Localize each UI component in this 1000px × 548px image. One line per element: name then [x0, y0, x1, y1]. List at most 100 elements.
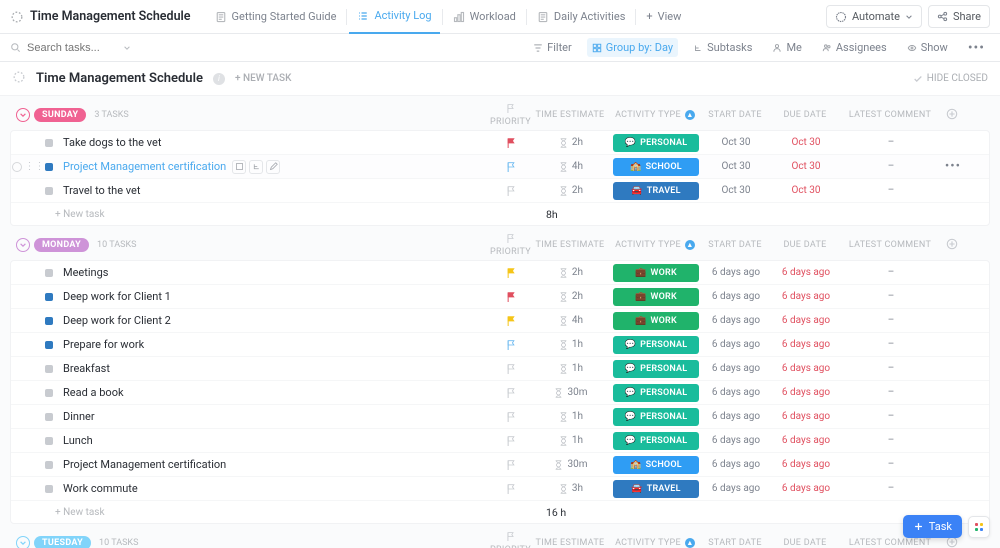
- start-date-cell[interactable]: 6 days ago: [701, 405, 771, 428]
- activity-type-cell[interactable]: 🚘TRAVEL: [611, 477, 701, 500]
- comment-cell[interactable]: –: [841, 333, 941, 356]
- plus-circle-icon[interactable]: [946, 238, 958, 250]
- plus-circle-icon[interactable]: [946, 108, 958, 120]
- priority-flag-icon[interactable]: [506, 339, 516, 351]
- priority-flag-icon[interactable]: [506, 411, 516, 423]
- status-square[interactable]: [45, 437, 53, 445]
- due-date-cell[interactable]: 6 days ago: [771, 285, 841, 308]
- priority-cell[interactable]: [491, 333, 531, 356]
- comment-cell[interactable]: –: [841, 477, 941, 500]
- status-square[interactable]: [45, 389, 53, 397]
- filter-option[interactable]: Filter: [528, 38, 577, 57]
- day-label[interactable]: MONDAY: [34, 238, 89, 252]
- app-launcher[interactable]: [968, 516, 990, 538]
- chevron-down-icon[interactable]: [123, 44, 131, 52]
- search-box[interactable]: [10, 42, 140, 54]
- task-row[interactable]: ⋮⋮ Project Management certification 4h 🏫…: [11, 155, 989, 179]
- task-name[interactable]: Travel to the vet: [63, 184, 487, 197]
- tab-getting-started[interactable]: Getting Started Guide: [207, 0, 345, 34]
- priority-flag-icon[interactable]: [506, 267, 516, 279]
- new-task-row[interactable]: + New task16 h: [11, 501, 989, 523]
- due-date-cell[interactable]: Oct 30: [771, 155, 841, 178]
- due-date-cell[interactable]: 6 days ago: [771, 309, 841, 332]
- priority-cell[interactable]: [491, 285, 531, 308]
- estimate-cell[interactable]: 30m: [531, 381, 611, 404]
- due-date-cell[interactable]: Oct 30: [771, 131, 841, 154]
- tab-workload[interactable]: Workload: [445, 0, 524, 34]
- col-due-date[interactable]: DUE DATE: [770, 240, 840, 250]
- col-time-estimate[interactable]: TIME ESTIMATE: [530, 110, 610, 120]
- task-name[interactable]: Breakfast: [63, 362, 487, 375]
- priority-cell[interactable]: [491, 381, 531, 404]
- new-task-row[interactable]: + New task8h: [11, 203, 989, 225]
- priority-flag-icon[interactable]: [506, 387, 516, 399]
- new-task-inline[interactable]: + NEW TASK: [235, 73, 291, 84]
- col-latest-comment[interactable]: LATEST COMMENT: [840, 110, 940, 120]
- col-start-date[interactable]: START DATE: [700, 538, 770, 548]
- activity-type-cell[interactable]: 💬PERSONAL: [611, 405, 701, 428]
- toolbar-more[interactable]: •••: [963, 37, 990, 59]
- col-priority[interactable]: PRIORITY: [490, 531, 530, 548]
- task-name[interactable]: Deep work for Client 2: [63, 314, 487, 327]
- share-button[interactable]: Share: [928, 5, 990, 28]
- tab-daily-activities[interactable]: Daily Activities: [529, 0, 633, 34]
- due-date-cell[interactable]: 6 days ago: [771, 477, 841, 500]
- due-date-cell[interactable]: 6 days ago: [771, 333, 841, 356]
- comment-cell[interactable]: –: [841, 429, 941, 452]
- start-date-cell[interactable]: 6 days ago: [701, 453, 771, 476]
- col-activity-type[interactable]: ACTIVITY TYPE ▲: [610, 240, 700, 250]
- new-task-fab[interactable]: Task: [903, 515, 962, 538]
- comment-cell[interactable]: –: [841, 261, 941, 284]
- estimate-cell[interactable]: 30m: [531, 453, 611, 476]
- search-input[interactable]: [27, 42, 117, 54]
- start-date-cell[interactable]: 6 days ago: [701, 261, 771, 284]
- add-column[interactable]: [940, 108, 964, 123]
- comment-cell[interactable]: –: [841, 453, 941, 476]
- comment-cell[interactable]: –: [841, 309, 941, 332]
- priority-flag-icon[interactable]: [506, 291, 516, 303]
- day-label[interactable]: SUNDAY: [34, 108, 86, 122]
- start-date-cell[interactable]: 6 days ago: [701, 477, 771, 500]
- task-row[interactable]: Prepare for work 1h 💬PERSONAL 6 days ago…: [11, 333, 989, 357]
- col-latest-comment[interactable]: LATEST COMMENT: [840, 240, 940, 250]
- task-row[interactable]: Travel to the vet 2h 🚘TRAVEL Oct 30 Oct …: [11, 179, 989, 203]
- col-activity-type[interactable]: ACTIVITY TYPE ▲: [610, 538, 700, 548]
- comment-cell[interactable]: –: [841, 405, 941, 428]
- activity-type-cell[interactable]: 💬PERSONAL: [611, 429, 701, 452]
- start-date-cell[interactable]: 6 days ago: [701, 309, 771, 332]
- subtasks-option[interactable]: Subtasks: [688, 38, 757, 57]
- estimate-cell[interactable]: 2h: [531, 261, 611, 284]
- row-menu[interactable]: •••: [945, 159, 961, 174]
- col-time-estimate[interactable]: TIME ESTIMATE: [530, 538, 610, 548]
- estimate-cell[interactable]: 1h: [531, 357, 611, 380]
- priority-cell[interactable]: [491, 357, 531, 380]
- me-option[interactable]: Me: [767, 38, 806, 57]
- estimate-cell[interactable]: 1h: [531, 333, 611, 356]
- task-row[interactable]: Deep work for Client 2 4h 💼WORK 6 days a…: [11, 309, 989, 333]
- estimate-cell[interactable]: 1h: [531, 429, 611, 452]
- status-square[interactable]: [45, 341, 53, 349]
- add-column[interactable]: [940, 238, 964, 253]
- task-row[interactable]: Take dogs to the vet 2h 💬PERSONAL Oct 30…: [11, 131, 989, 155]
- due-date-cell[interactable]: 6 days ago: [771, 357, 841, 380]
- priority-cell[interactable]: [491, 155, 531, 178]
- task-row[interactable]: Project Management certification 30m 🏫SC…: [11, 453, 989, 477]
- due-date-cell[interactable]: Oct 30: [771, 179, 841, 202]
- comment-cell[interactable]: –: [841, 357, 941, 380]
- add-view[interactable]: + View: [638, 0, 689, 34]
- task-name[interactable]: Dinner: [63, 410, 487, 423]
- start-date-cell[interactable]: 6 days ago: [701, 285, 771, 308]
- col-priority[interactable]: PRIORITY: [490, 103, 530, 127]
- activity-type-cell[interactable]: 🚘TRAVEL: [611, 179, 701, 202]
- priority-cell[interactable]: [491, 477, 531, 500]
- col-latest-comment[interactable]: LATEST COMMENT: [840, 538, 940, 548]
- collapse-caret[interactable]: [16, 238, 30, 252]
- col-priority[interactable]: PRIORITY: [490, 233, 530, 257]
- status-square[interactable]: [45, 317, 53, 325]
- priority-flag-icon[interactable]: [506, 435, 516, 447]
- activity-type-cell[interactable]: 💼WORK: [611, 285, 701, 308]
- activity-type-cell[interactable]: 💬PERSONAL: [611, 333, 701, 356]
- col-due-date[interactable]: DUE DATE: [770, 110, 840, 120]
- estimate-cell[interactable]: 2h: [531, 131, 611, 154]
- subtask-icon[interactable]: [249, 160, 263, 174]
